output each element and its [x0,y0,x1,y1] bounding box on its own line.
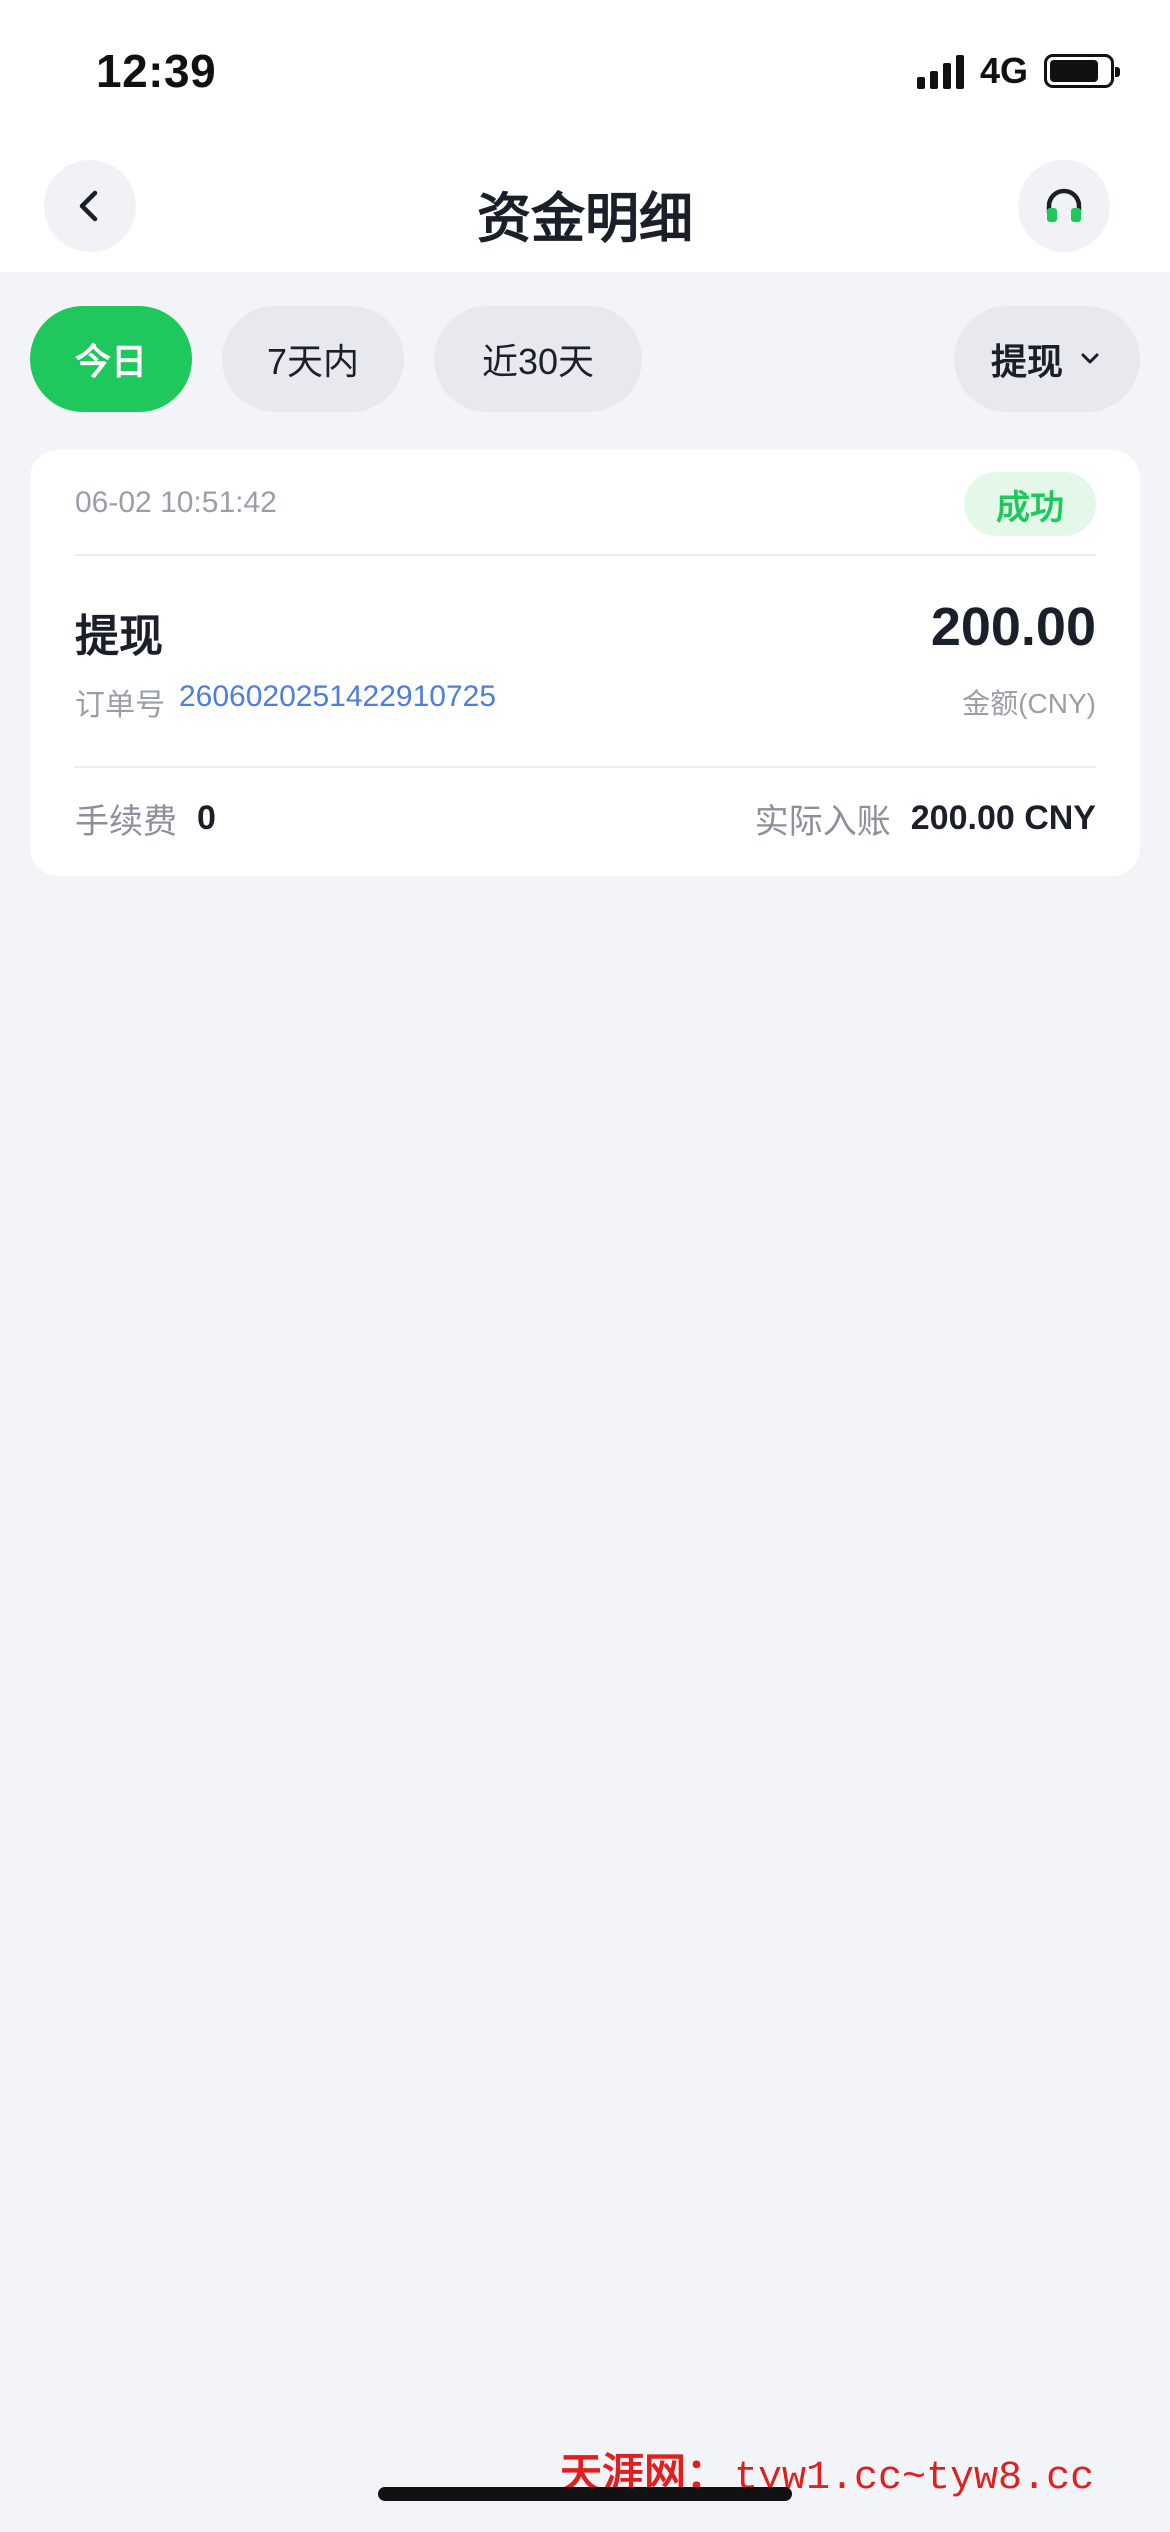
actual-credit-row: 实际入账 200.00 CNY [755,794,1096,843]
actual-credit-value: 200.00 CNY [910,799,1096,837]
filter-today[interactable]: 今日 [30,306,192,412]
actual-credit-label: 实际入账 [754,803,891,841]
home-indicator[interactable] [378,2487,792,2501]
fee-label: 手续费 [75,803,177,841]
top-area: 12:39 4G 资金明细 [0,0,1170,272]
customer-support-button[interactable] [1018,160,1110,252]
status-indicators: 4G [916,50,1120,92]
headphones-icon [1046,188,1082,222]
fee-value: 0 [197,799,216,837]
network-label: 4G [979,50,1028,91]
page-title: 资金明细 [477,189,693,249]
nav-bar: 资金明细 [0,160,1170,252]
chevron-down-icon [1081,353,1099,364]
transaction-card[interactable]: 06-02 10:51:42 成功 提现 200.00 订单号 26060202… [30,450,1140,876]
filter-bar: 今日 7天内 近30天 提现 [0,306,1170,412]
status-bar: 12:39 4G [0,0,1170,140]
battery-level [1050,60,1098,82]
transaction-type: 提现 [75,612,163,661]
divider [75,554,1096,556]
status-badge: 成功 [964,472,1096,536]
fee-row: 手续费 0 [75,794,216,843]
page: 12:39 4G 资金明细 今日 7天内 近30天 提现 06-02 10:51… [0,0,1170,2532]
order-number[interactable]: 2606020251422910725 [179,680,496,724]
transaction-amount: 200.00 [930,597,1096,657]
status-time: 12:39 [96,45,217,97]
transaction-datetime: 06-02 10:51:42 [75,486,277,519]
battery-icon [1044,54,1120,88]
divider [75,766,1096,768]
filter-7-days[interactable]: 7天内 [222,306,404,412]
filter-30-days[interactable]: 近30天 [434,306,642,412]
order-row: 订单号 2606020251422910725 [75,680,496,724]
amount-unit-label: 金额(CNY) [962,688,1096,719]
signal-icon [916,53,964,89]
type-dropdown[interactable]: 提现 [954,306,1140,412]
order-label: 订单号 [75,689,165,722]
type-dropdown-label: 提现 [990,341,1063,382]
